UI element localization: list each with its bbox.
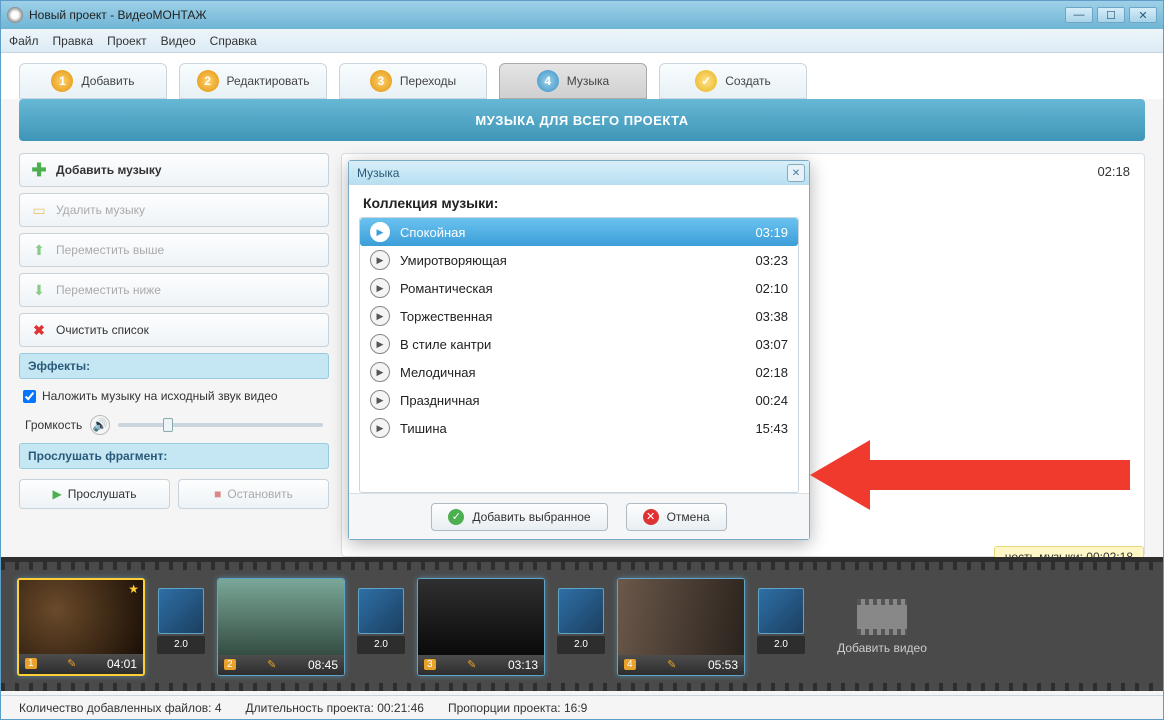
plus-icon: ✚	[30, 161, 48, 179]
clip-thumb	[418, 579, 544, 655]
play-icon[interactable]: ▶	[370, 250, 390, 270]
clip-1[interactable]: ★ 1✎04:01	[17, 578, 145, 676]
play-icon[interactable]: ▶	[370, 362, 390, 382]
cancel-button[interactable]: ✕Отмена	[626, 503, 727, 531]
track-row[interactable]: ▶Умиротворяющая03:23	[360, 246, 798, 274]
volume-label: Громкость	[25, 418, 82, 432]
step-music[interactable]: 4Музыка	[499, 63, 647, 99]
track-row[interactable]: ▶Тишина15:43	[360, 414, 798, 442]
cancel-icon: ✕	[643, 509, 659, 525]
volume-slider[interactable]	[118, 423, 323, 427]
clear-icon: ✖	[30, 321, 48, 339]
arrow-up-icon: ⬆	[30, 241, 48, 259]
preview-header: Прослушать фрагмент:	[19, 443, 329, 469]
clip-thumb: ★	[19, 580, 143, 654]
close-button[interactable]: ✕	[1129, 7, 1157, 23]
clip-thumb	[218, 579, 344, 655]
transition-1[interactable]: 2.0	[157, 588, 205, 666]
app-icon	[7, 7, 23, 23]
clip-3[interactable]: 3✎03:13	[417, 578, 545, 676]
move-down-button[interactable]: ⬇Переместить ниже	[19, 273, 329, 307]
maximize-button[interactable]: ☐	[1097, 7, 1125, 23]
check-icon: ✓	[448, 509, 464, 525]
step-create[interactable]: Создать	[659, 63, 807, 99]
track-row[interactable]: ▶Торжественная03:38	[360, 302, 798, 330]
clip-2[interactable]: 2✎08:45	[217, 578, 345, 676]
play-icon[interactable]: ▶	[370, 418, 390, 438]
clear-list-button[interactable]: ✖Очистить список	[19, 313, 329, 347]
status-length: Длительность проекта: 00:21:46	[246, 701, 424, 715]
transition-2[interactable]: 2.0	[357, 588, 405, 666]
menu-video[interactable]: Видео	[161, 34, 196, 48]
status-ratio: Пропорции проекта: 16:9	[448, 701, 587, 715]
play-icon[interactable]: ▶	[370, 334, 390, 354]
move-up-button[interactable]: ⬆Переместить выше	[19, 233, 329, 267]
add-music-button[interactable]: ✚Добавить музыку	[19, 153, 329, 187]
music-dialog: Музыка ✕ Коллекция музыки: ▶Спокойная03:…	[348, 160, 810, 540]
arrow-down-icon: ⬇	[30, 281, 48, 299]
slider-thumb[interactable]	[163, 418, 173, 432]
add-video-button[interactable]: Добавить видео	[817, 577, 947, 677]
volume-row: Громкость 🔊	[19, 413, 329, 437]
play-icon[interactable]: ▶	[370, 306, 390, 326]
edit-icon[interactable]: ✎	[67, 657, 76, 670]
filmstrip-icon	[857, 599, 907, 635]
minimize-button[interactable]: —	[1065, 7, 1093, 23]
statusbar: Количество добавленных файлов: 4 Длитель…	[1, 695, 1163, 719]
step-transitions[interactable]: 3Переходы	[339, 63, 487, 99]
edit-icon[interactable]: ✎	[667, 658, 676, 671]
track-list[interactable]: ▶Спокойная03:19 ▶Умиротворяющая03:23 ▶Ро…	[359, 217, 799, 493]
dialog-header: Коллекция музыки:	[349, 185, 809, 217]
sidebar: ✚Добавить музыку ▭Удалить музыку ⬆Переме…	[19, 153, 329, 557]
menu-help[interactable]: Справка	[210, 34, 257, 48]
window-title: Новый проект - ВидеоМОНТАЖ	[29, 8, 1065, 22]
banner: МУЗЫКА ДЛЯ ВСЕГО ПРОЕКТА	[19, 99, 1145, 141]
overlay-checkbox[interactable]	[23, 390, 36, 403]
track-row[interactable]: ▶Спокойная03:19	[360, 218, 798, 246]
status-files: Количество добавленных файлов: 4	[19, 701, 222, 715]
overlay-checkbox-row[interactable]: Наложить музыку на исходный звук видео	[19, 385, 329, 407]
transition-4[interactable]: 2.0	[757, 588, 805, 666]
dialog-close-icon[interactable]: ✕	[787, 164, 805, 182]
delete-music-button[interactable]: ▭Удалить музыку	[19, 193, 329, 227]
preview-stop-button[interactable]: ■Остановить	[178, 479, 329, 509]
step-edit[interactable]: 2Редактировать	[179, 63, 327, 99]
folder-icon: ▭	[30, 201, 48, 219]
preview-play-button[interactable]: ▶Прослушать	[19, 479, 170, 509]
play-icon[interactable]: ▶	[370, 222, 390, 242]
menubar: Файл Правка Проект Видео Справка	[1, 29, 1163, 53]
play-icon[interactable]: ▶	[370, 278, 390, 298]
clip-thumb	[618, 579, 744, 655]
play-icon[interactable]: ▶	[370, 390, 390, 410]
timeline[interactable]: ★ 1✎04:01 2.0 2✎08:45 2.0 3✎03:13 2.0 4✎…	[1, 557, 1163, 691]
menu-project[interactable]: Проект	[107, 34, 147, 48]
track-row[interactable]: ▶Мелодичная02:18	[360, 358, 798, 386]
track-row[interactable]: ▶Праздничная00:24	[360, 386, 798, 414]
add-selected-button[interactable]: ✓Добавить выбранное	[431, 503, 607, 531]
steps-row: 1Добавить 2Редактировать 3Переходы 4Музы…	[1, 53, 1163, 99]
step-add[interactable]: 1Добавить	[19, 63, 167, 99]
dialog-titlebar: Музыка ✕	[349, 161, 809, 185]
track-row[interactable]: ▶Романтическая02:10	[360, 274, 798, 302]
transition-3[interactable]: 2.0	[557, 588, 605, 666]
menu-file[interactable]: Файл	[9, 34, 39, 48]
edit-icon[interactable]: ✎	[467, 658, 476, 671]
titlebar: Новый проект - ВидеоМОНТАЖ — ☐ ✕	[1, 1, 1163, 29]
speaker-icon[interactable]: 🔊	[90, 415, 110, 435]
edit-icon[interactable]: ✎	[267, 658, 276, 671]
effects-header: Эффекты:	[19, 353, 329, 379]
clip-4[interactable]: 4✎05:53	[617, 578, 745, 676]
timecode: 02:18	[1097, 164, 1130, 179]
track-row[interactable]: ▶В стиле кантри03:07	[360, 330, 798, 358]
menu-edit[interactable]: Правка	[53, 34, 94, 48]
